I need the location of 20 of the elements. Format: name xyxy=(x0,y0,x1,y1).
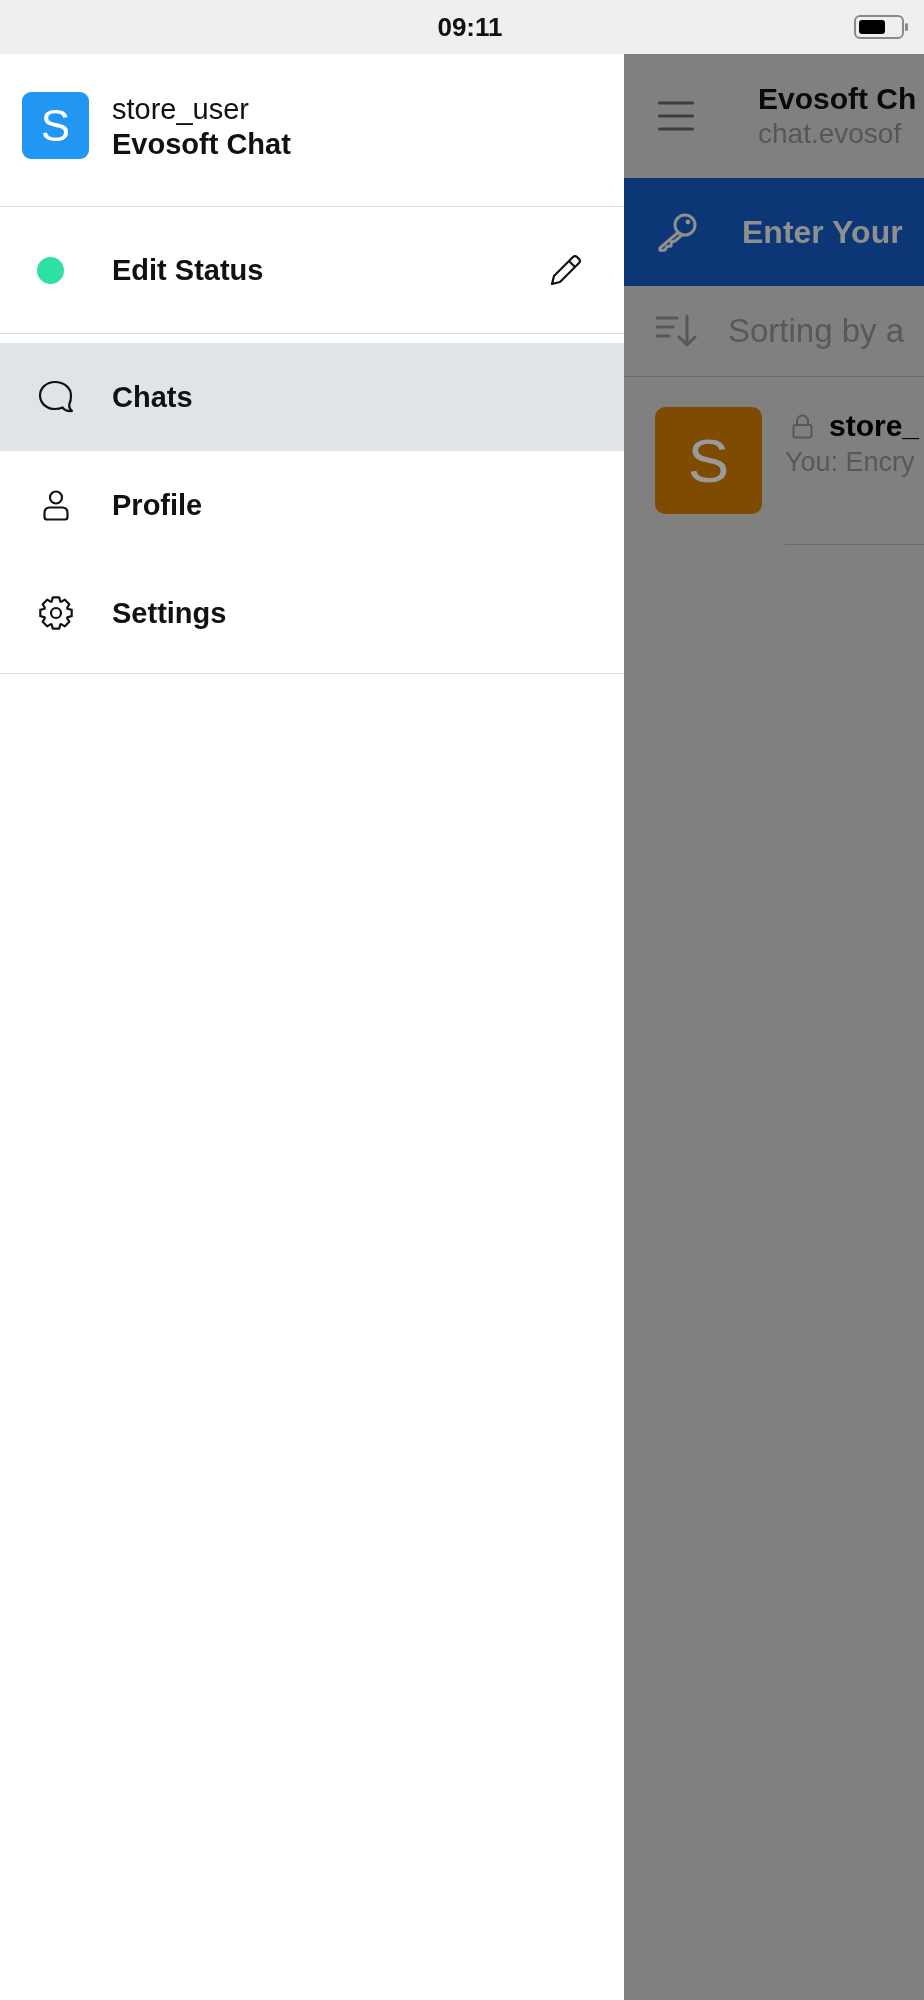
key-icon xyxy=(656,212,698,252)
banner-text: Enter Your xyxy=(742,213,903,251)
sort-icon xyxy=(655,314,697,348)
menu-icon[interactable] xyxy=(658,101,694,131)
menu-item[interactable]: Settings xyxy=(0,559,624,667)
gear-icon xyxy=(38,595,74,631)
battery-icon xyxy=(854,15,908,39)
menu-item[interactable]: Profile xyxy=(0,451,624,559)
pencil-icon xyxy=(549,253,583,287)
status-time: 09:11 xyxy=(436,11,503,43)
user-avatar: S xyxy=(22,92,89,159)
server-name: Evosoft Chat xyxy=(112,127,291,162)
passphrase-banner[interactable]: Enter Your xyxy=(624,178,924,286)
menu-item[interactable]: Chats xyxy=(0,343,624,451)
username: store_user xyxy=(112,92,250,126)
chat-bubble-icon xyxy=(38,380,74,414)
person-icon xyxy=(42,489,70,521)
edit-status-button[interactable]: Edit Status xyxy=(0,207,624,333)
chat-name[interactable]: store_ xyxy=(829,409,920,443)
app-title: Evosoft Ch xyxy=(758,81,917,117)
